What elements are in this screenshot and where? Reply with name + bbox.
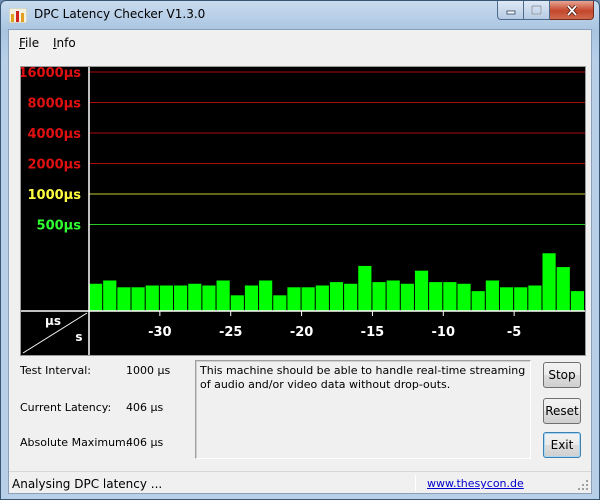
current-latency-value: 406 µs <box>126 401 164 414</box>
latency-bar <box>174 285 188 311</box>
status-message: This machine should be able to handle re… <box>200 364 526 391</box>
latency-bar <box>386 280 400 311</box>
latency-bar <box>103 280 117 311</box>
x-tick-label: -25 <box>219 325 243 340</box>
status-message-box: This machine should be able to handle re… <box>195 360 531 459</box>
latency-bar <box>485 280 499 311</box>
minimize-icon <box>506 10 515 15</box>
test-interval-value: 1000 µs <box>126 364 171 377</box>
menu-file[interactable]: File <box>19 36 39 50</box>
status-text: Analysing DPC latency ... <box>12 477 163 491</box>
latency-bar <box>457 283 471 311</box>
latency-bar <box>329 282 344 311</box>
client-area: File Info 16000µs 8000µs 4000µs 2000µs 1000µ… <box>8 29 592 494</box>
latency-bar <box>216 280 230 311</box>
reset-button[interactable]: Reset <box>543 398 581 424</box>
latency-bar <box>429 282 443 311</box>
maximize-button[interactable] <box>524 1 550 20</box>
x-tick-label: -15 <box>361 325 385 340</box>
latency-bar <box>344 283 358 311</box>
latency-bar <box>159 285 174 311</box>
y-tick-label: 500µs <box>37 218 82 233</box>
latency-bar <box>556 267 570 311</box>
y-unit-label: µs <box>45 314 61 328</box>
latency-bar <box>259 280 273 311</box>
latency-bar <box>145 285 159 311</box>
y-tick-label: 16000µs <box>21 67 81 81</box>
title-bar[interactable]: DPC Latency Checker V1.3.0 <box>1 1 599 29</box>
latency-bar <box>117 287 131 311</box>
window-title: DPC Latency Checker V1.3.0 <box>34 7 206 21</box>
latency-bar <box>499 287 514 311</box>
latency-graph: 16000µs 8000µs 4000µs 2000µs 1000µs 500µs µs s -… <box>18 66 586 356</box>
menu-info-rest: nfo <box>56 36 76 50</box>
status-divider <box>415 475 416 491</box>
x-unit-label: s <box>75 330 82 344</box>
latency-bar <box>570 291 584 311</box>
latency-bar <box>287 287 301 311</box>
app-window: DPC Latency Checker V1.3.0 File Info 160… <box>0 0 600 500</box>
latency-bar <box>400 283 414 311</box>
latency-chart: 16000µs 8000µs 4000µs 2000µs 1000µs 500µs µss -… <box>18 66 585 355</box>
latency-bar <box>273 295 287 311</box>
latency-bar <box>301 287 315 311</box>
latency-bar <box>188 283 202 311</box>
latency-bar <box>358 265 372 311</box>
y-tick-label: 1000µs <box>28 188 82 203</box>
minimize-button[interactable] <box>497 1 524 20</box>
absolute-maximum-label: Absolute Maximum: <box>20 436 130 449</box>
app-bars-icon <box>9 8 27 23</box>
latency-bar <box>244 285 259 311</box>
latency-bar <box>414 270 429 311</box>
latency-bar <box>514 287 528 311</box>
maximize-icon <box>531 5 542 15</box>
exit-button[interactable]: Exit <box>543 432 581 458</box>
menu-info[interactable]: Info <box>53 36 76 50</box>
latency-bar <box>443 282 457 311</box>
resize-grip-icon[interactable] <box>577 479 589 491</box>
window-controls <box>497 1 594 21</box>
status-bar: Analysing DPC latency ... www.thesycon.d… <box>9 471 591 493</box>
absolute-maximum-value: 406 µs <box>126 436 164 449</box>
latency-bar <box>542 253 556 311</box>
test-interval-label: Test Interval: <box>20 364 91 377</box>
stop-button[interactable]: Stop <box>543 362 581 388</box>
x-tick-label: -30 <box>148 325 172 340</box>
y-tick-label: 4000µs <box>28 127 82 142</box>
close-button[interactable] <box>550 1 594 20</box>
current-latency-label: Current Latency: <box>20 401 112 414</box>
menu-file-rest: ile <box>25 36 40 50</box>
x-tick-label: -20 <box>290 325 314 340</box>
latency-bar <box>372 282 386 311</box>
y-tick-label: 8000µs <box>28 96 82 111</box>
menu-bar: File Info <box>9 30 591 56</box>
latency-bar <box>202 285 216 311</box>
latency-bar <box>315 285 329 311</box>
website-link[interactable]: www.thesycon.de <box>427 477 524 490</box>
x-tick-label: -5 <box>507 325 521 340</box>
close-icon <box>566 4 577 16</box>
latency-bar <box>471 291 485 311</box>
x-tick-label: -10 <box>432 325 456 340</box>
latency-bar <box>131 287 145 311</box>
latency-bar <box>89 283 103 311</box>
latency-bar <box>528 285 542 311</box>
y-tick-label: 2000µs <box>28 157 82 172</box>
latency-bar <box>230 295 244 311</box>
